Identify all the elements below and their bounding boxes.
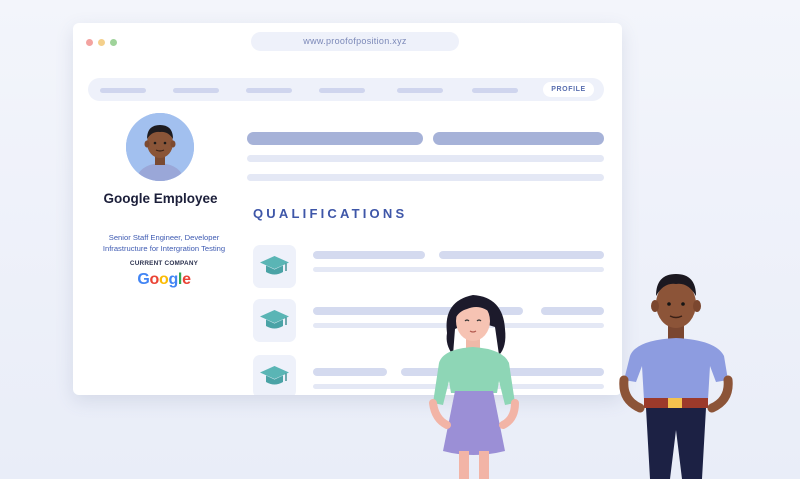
avatar <box>126 113 194 181</box>
nav-item-placeholder[interactable] <box>246 88 292 93</box>
text-placeholder-bar <box>247 155 604 162</box>
qualification-title-bar <box>541 307 604 315</box>
profile-role-line-1: Senior Staff Engineer, Developer <box>108 233 220 242</box>
tab-profile[interactable]: PROFILE <box>543 82 594 97</box>
nav-item-placeholder[interactable] <box>319 88 365 93</box>
header-placeholder-bar <box>247 132 423 145</box>
graduation-cap-icon[interactable] <box>253 299 296 342</box>
text-placeholder-bar <box>247 174 604 181</box>
address-bar[interactable]: www.proofofposition.xyz <box>251 32 459 51</box>
profile-name: Google Employee <box>103 191 218 206</box>
graduation-cap-icon[interactable] <box>253 245 296 288</box>
woman-illustration <box>429 295 519 479</box>
maximize-dot-icon[interactable] <box>110 39 117 46</box>
profile-role: Senior Staff Engineer, Developer Infrast… <box>73 232 255 254</box>
graduation-cap-icon[interactable] <box>253 355 296 395</box>
browser-window: www.proofofposition.xyz PROFILE Google E… <box>73 23 622 395</box>
qualification-title-bar <box>439 251 604 259</box>
nav-item-placeholder[interactable] <box>472 88 518 93</box>
nav-item-placeholder[interactable] <box>100 88 146 93</box>
nav-bar: PROFILE <box>88 78 604 101</box>
nav-item-placeholder[interactable] <box>173 88 219 93</box>
google-logo: Google <box>137 271 191 288</box>
section-title: QUALIFICATIONS <box>253 206 408 221</box>
nav-item-placeholder[interactable] <box>397 88 443 93</box>
header-placeholder-bar <box>433 132 604 145</box>
qualification-detail-bar <box>313 267 604 272</box>
qualification-title-bar <box>313 251 425 259</box>
man-illustration <box>619 274 733 479</box>
qualification-title-bar <box>313 368 387 376</box>
close-dot-icon[interactable] <box>86 39 93 46</box>
profile-role-line-2: Infrastructure for Intergration Testing <box>102 244 226 253</box>
current-company-label: CURRENT COMPANY <box>129 260 199 267</box>
minimize-dot-icon[interactable] <box>98 39 105 46</box>
